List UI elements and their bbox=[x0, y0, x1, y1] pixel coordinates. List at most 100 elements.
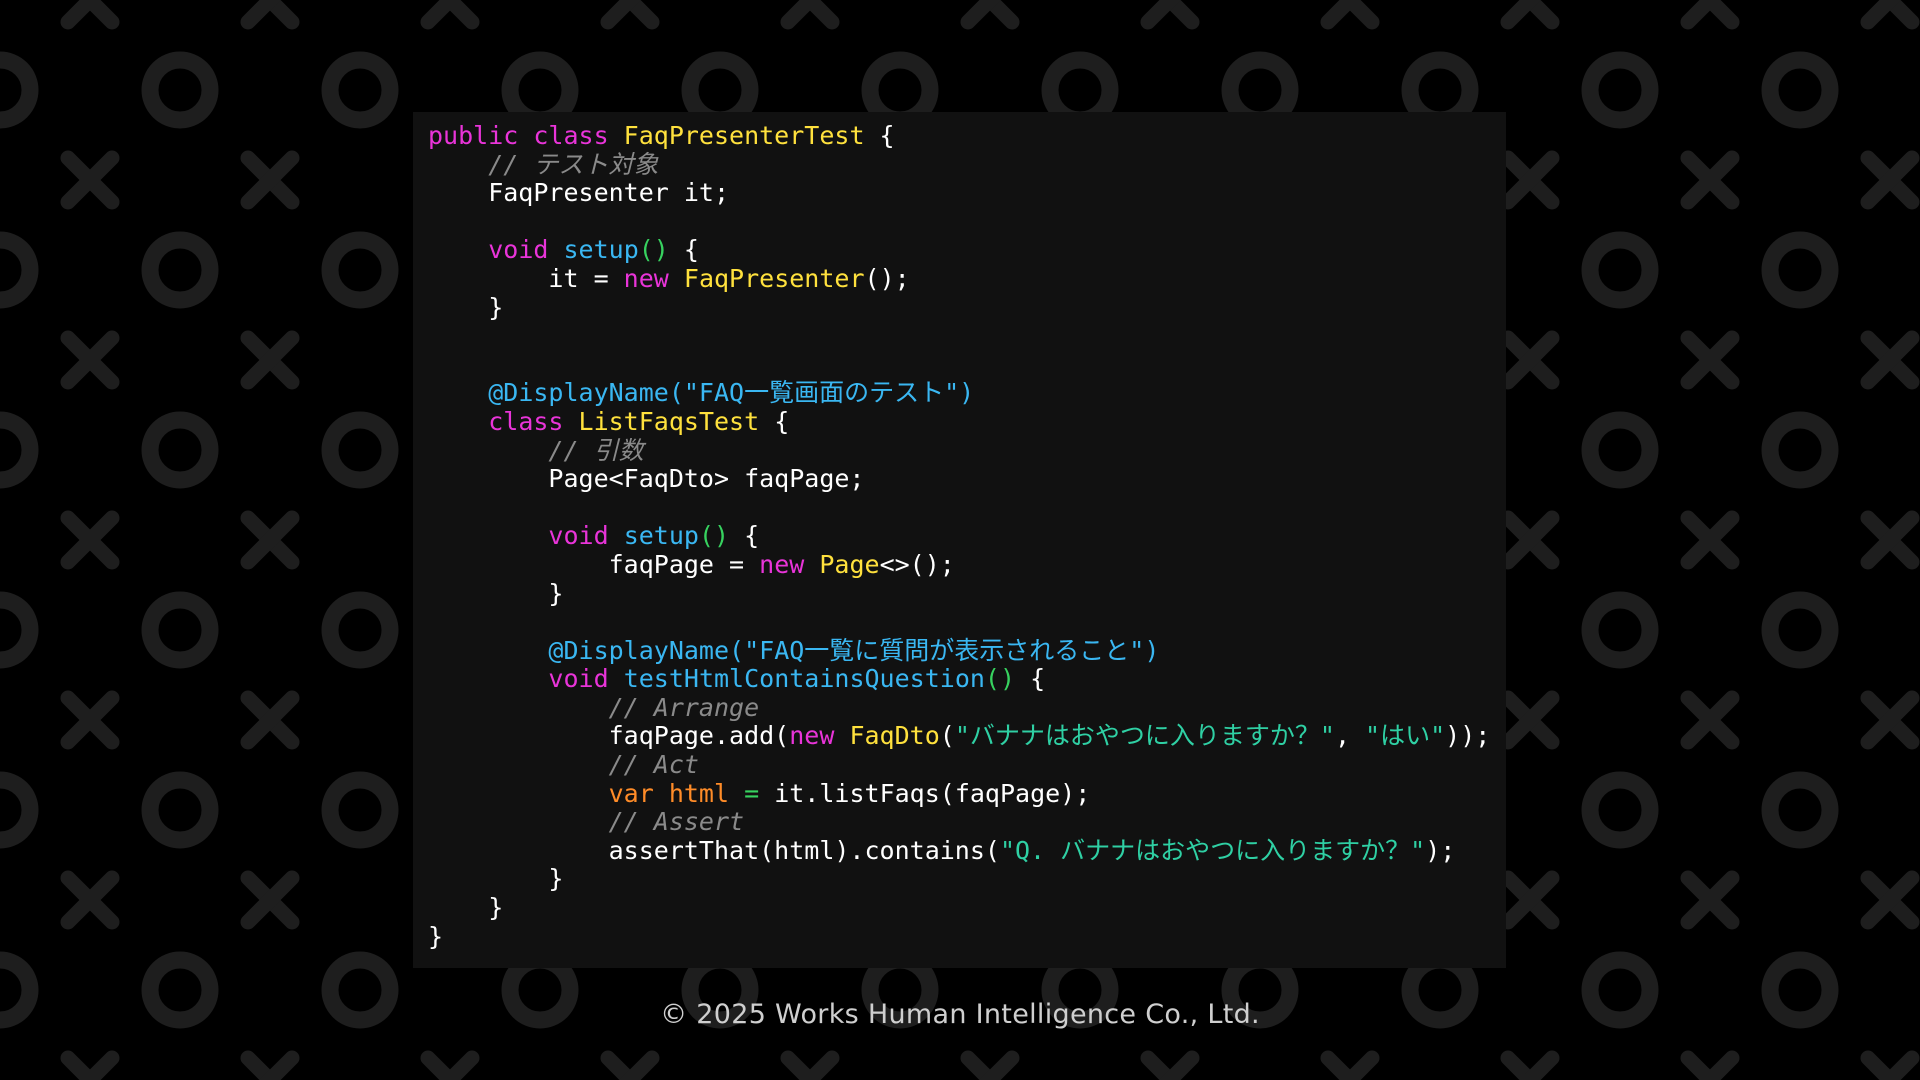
code-line: faqPage = new Page<>(); bbox=[428, 549, 1506, 580]
circle-shape bbox=[321, 771, 399, 849]
code-token: new bbox=[759, 549, 820, 579]
code-line: FaqPresenter it; bbox=[428, 178, 1506, 208]
code-line: class ListFaqsTest { bbox=[428, 407, 1506, 437]
code-token: @DisplayName("FAQ一覧画面のテスト") bbox=[488, 378, 975, 408]
cross-shape bbox=[240, 1050, 300, 1080]
code-line: // テスト対象 bbox=[428, 150, 1506, 180]
cross-shape bbox=[1320, 0, 1380, 30]
circle-shape bbox=[1581, 51, 1659, 129]
code-token: faqPage = bbox=[428, 549, 760, 579]
circle-shape bbox=[321, 51, 399, 129]
cross-shape bbox=[240, 690, 300, 750]
code-line: void setup() { bbox=[428, 522, 1506, 551]
code-line: // Act bbox=[428, 750, 1506, 780]
circle-shape bbox=[0, 591, 39, 669]
code-line: void testHtmlContainsQuestion() { bbox=[428, 664, 1506, 694]
code-line: it = new FaqPresenter(); bbox=[428, 263, 1506, 294]
code-token: } bbox=[428, 921, 444, 951]
code-token: // Arrange bbox=[608, 692, 760, 722]
cross-shape bbox=[1860, 330, 1920, 390]
circle-shape bbox=[141, 231, 219, 309]
code-line: @DisplayName("FAQ一覧に質問が表示されること") bbox=[428, 635, 1506, 666]
code-token: void bbox=[548, 664, 624, 694]
cross-shape bbox=[240, 150, 300, 210]
code-token: )); bbox=[1445, 721, 1491, 751]
code-line: // Arrange bbox=[428, 692, 1506, 723]
code-token: void bbox=[488, 235, 564, 265]
cross-shape bbox=[1680, 690, 1740, 750]
code-token: () bbox=[698, 521, 730, 551]
code-token: ); bbox=[1425, 835, 1456, 865]
circle-shape bbox=[1581, 591, 1659, 669]
code-token: () bbox=[638, 235, 669, 265]
code-line: Page<FaqDto> faqPage; bbox=[428, 464, 1506, 494]
code-line: // 引数 bbox=[428, 435, 1506, 466]
cross-shape bbox=[1680, 870, 1740, 930]
code-token: } bbox=[428, 292, 504, 322]
cross-shape bbox=[600, 1050, 660, 1080]
code-line: } bbox=[428, 893, 1506, 923]
code-token: assertThat(html).contains( bbox=[428, 835, 1000, 865]
code-token: // 引数 bbox=[548, 435, 644, 465]
code-line: void setup() { bbox=[428, 236, 1506, 265]
code-token: { bbox=[729, 521, 760, 551]
cross-shape bbox=[240, 510, 300, 570]
code-line: faqPage.add(new FaqDto("バナナはおやつに入りますか？",… bbox=[428, 722, 1506, 751]
cross-shape bbox=[1680, 150, 1740, 210]
code-token: "Q. バナナはおやつに入りますか？" bbox=[999, 835, 1426, 865]
circle-shape bbox=[1761, 591, 1839, 669]
circle-shape bbox=[141, 51, 219, 129]
circle-shape bbox=[0, 771, 39, 849]
cross-shape bbox=[240, 0, 300, 30]
code-line: // Assert bbox=[428, 807, 1506, 837]
circle-shape bbox=[1581, 411, 1659, 489]
cross-shape bbox=[1860, 870, 1920, 930]
circle-shape bbox=[0, 51, 39, 129]
cross-shape bbox=[240, 870, 300, 930]
cross-shape bbox=[1860, 1050, 1920, 1080]
cross-shape bbox=[420, 1050, 480, 1080]
code-token: } bbox=[428, 864, 564, 894]
circle-shape bbox=[1221, 51, 1299, 129]
code-token: { bbox=[1015, 664, 1046, 694]
code-token: var html bbox=[608, 778, 745, 808]
code-token: = bbox=[744, 778, 760, 808]
code-token: FaqDto bbox=[849, 721, 940, 751]
circle-shape bbox=[0, 231, 39, 309]
circle-shape bbox=[321, 231, 399, 309]
code-token: it.listFaqs(faqPage); bbox=[759, 778, 1091, 808]
circle-shape bbox=[1761, 771, 1839, 849]
code-token: setup bbox=[623, 521, 699, 551]
copyright-text: © 2025 Works Human Intelligence Co., Ltd… bbox=[660, 999, 1260, 1030]
cross-shape bbox=[1140, 0, 1200, 30]
code-token: // Act bbox=[608, 750, 699, 780]
code-token: FaqPresenter it; bbox=[428, 178, 730, 208]
cross-shape bbox=[1680, 0, 1740, 30]
code-token: <>(); bbox=[879, 549, 955, 579]
cross-shape bbox=[1680, 1050, 1740, 1080]
cross-shape bbox=[1500, 690, 1560, 750]
cross-shape bbox=[960, 0, 1020, 30]
code-token: new bbox=[623, 263, 684, 293]
cross-shape bbox=[1860, 690, 1920, 750]
code-block: public class FaqPresenterTest { // テスト対象… bbox=[413, 112, 1506, 968]
circle-shape bbox=[141, 591, 219, 669]
code-token: "バナナはおやつに入りますか？" bbox=[954, 721, 1335, 751]
circle-shape bbox=[1581, 231, 1659, 309]
code-token: new bbox=[789, 721, 850, 751]
code-token: @DisplayName("FAQ一覧に質問が表示されること") bbox=[548, 635, 1160, 665]
code-token: FaqPresenter bbox=[683, 263, 865, 293]
code-token: Page<FaqDto> faqPage; bbox=[428, 464, 865, 494]
code-token: ( bbox=[939, 721, 955, 751]
cross-shape bbox=[240, 330, 300, 390]
